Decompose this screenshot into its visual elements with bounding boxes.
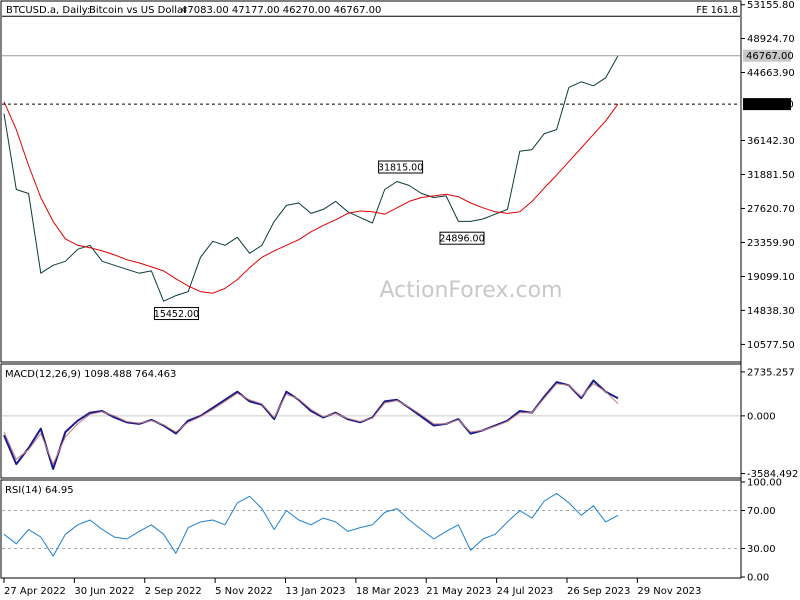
chart-header-symbol: BTCUSD.a, Daily: [6, 5, 90, 16]
annotation-label: 15452.00 [154, 309, 199, 320]
price-panel-frame [0, 0, 742, 363]
macd-y-tick-label: 0.000 [747, 411, 776, 422]
price-level-tag-label: 40701.00 [746, 100, 794, 111]
price-series-group: FE 161.8 15452.00 31815.00 24896.00 [2, 5, 740, 321]
x-tick-label: 2 Sep 2022 [145, 586, 202, 597]
price-y-tick-label: 44663.90 [747, 68, 795, 79]
annotation-label: 24896.00 [439, 234, 484, 245]
rsi-y-tick-label: 30.00 [747, 544, 776, 555]
x-tick-label: 13 Jan 2023 [285, 586, 345, 597]
price-y-tick-label: 23359.90 [747, 238, 795, 249]
annotation-label: 31815.00 [378, 162, 423, 173]
rsi-y-tick-label: 0.00 [747, 573, 769, 584]
watermark: ActionForex.com [380, 278, 563, 303]
rsi-series-rsi [3, 492, 619, 557]
chart-canvas: ActionForex.com BTCUSD.a, Daily: Bitcoin… [0, 0, 798, 597]
chart-header-description: Bitcoin vs US Dollar [89, 5, 188, 16]
price-y-tick-label: 14838.30 [747, 306, 795, 317]
price-y-tick-label: 27620.70 [747, 204, 795, 215]
rsi-label: RSI(14) 64.95 [5, 485, 74, 496]
price-y-tick-label: 19099.10 [747, 272, 795, 283]
fib-level-label: FE 161.8 [696, 5, 738, 16]
macd-y-tick-label: 2735.257 [747, 367, 795, 378]
chart-header-ohlc: 47083.00 47177.00 46270.00 46767.00 [181, 5, 381, 16]
rsi-panel-frame [0, 479, 742, 579]
x-tick-label: 29 Nov 2023 [637, 586, 701, 597]
rsi-y-tick-label: 70.00 [747, 506, 776, 517]
x-tick-label: 18 Mar 2023 [356, 586, 419, 597]
rsi-y-tick-label: 100.00 [747, 478, 782, 489]
macd-series-signal [3, 383, 619, 465]
x-tick-label: 5 Nov 2022 [215, 586, 273, 597]
price-level-tag-label: 46767.00 [746, 51, 794, 62]
x-tick-label: 24 Jul 2023 [497, 586, 554, 597]
macd-label: MACD(12,26,9) 1098.488 764.463 [5, 369, 176, 380]
x-tick-label: 27 Apr 2022 [4, 586, 66, 597]
price-series-price [3, 55, 619, 302]
macd-series-group [2, 379, 740, 470]
chart-window: ActionForex.com BTCUSD.a, Daily: Bitcoin… [0, 0, 800, 600]
price-y-tick-label: 53155.80 [747, 0, 795, 11]
price-y-tick-label: 31881.50 [747, 170, 795, 181]
x-tick-label: 21 May 2023 [426, 586, 491, 597]
x-tick-label: 26 Sep 2023 [567, 586, 630, 597]
macd-panel-frame [0, 363, 742, 479]
rsi-series-group [2, 492, 740, 557]
macd-series-macd [3, 379, 619, 470]
price-y-tick-label: 48924.70 [747, 34, 795, 45]
price-series-moving-average [3, 101, 619, 294]
price-y-tick-label: 36142.30 [747, 136, 795, 147]
price-y-tick-label: 10577.50 [747, 340, 795, 351]
x-tick-label: 30 Jun 2022 [74, 586, 134, 597]
